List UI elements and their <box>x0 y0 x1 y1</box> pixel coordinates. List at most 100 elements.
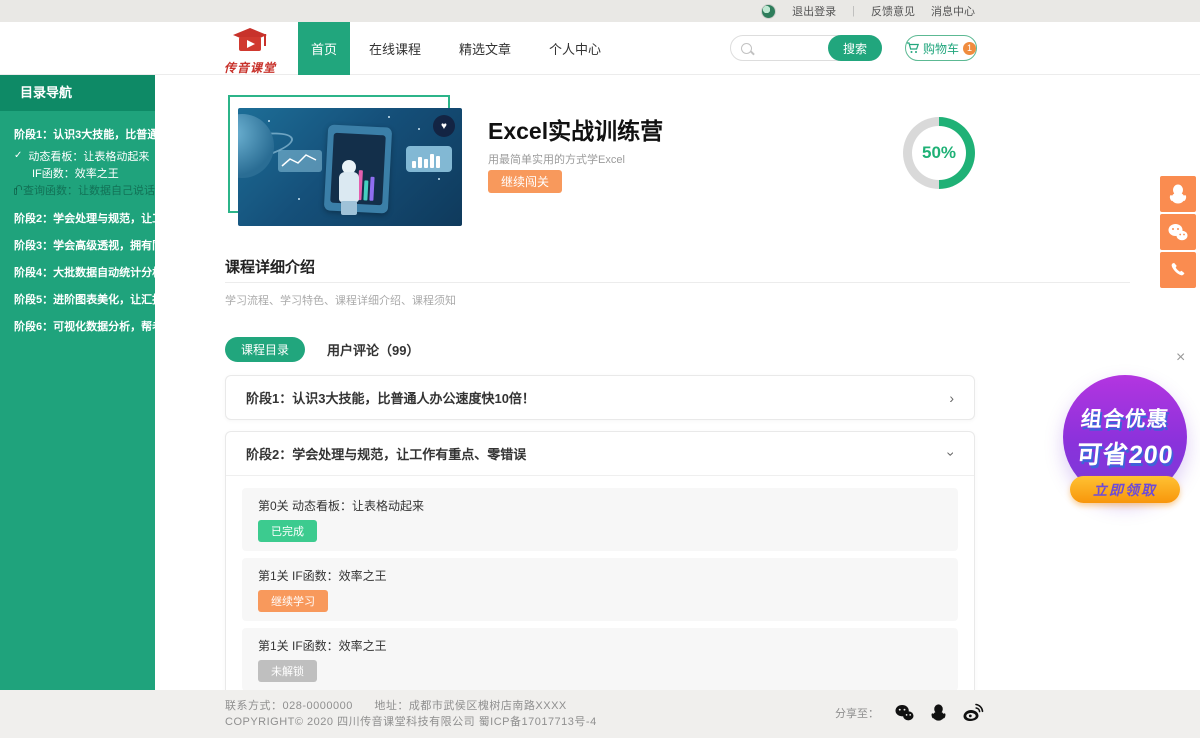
wechat-contact-button[interactable] <box>1160 214 1196 250</box>
favorite-button[interactable]: ♥ <box>433 115 455 137</box>
sidebar-lesson-label: 动态看板：让表格动起来 <box>28 148 149 164</box>
footer-contact: 联系方式：028-0000000 <box>225 700 353 712</box>
status-badge: 已完成 <box>258 520 317 542</box>
sidebar-lesson-label: IF函数：效率之王 <box>32 165 119 181</box>
sidebar-lesson-locked[interactable]: 查询函数：让数据自己说话 <box>0 181 155 198</box>
footer: 联系方式：028-0000000 地址：成都市武侯区槐树店南路XXXX COPY… <box>0 690 1200 738</box>
detail-heading: 课程详细介绍 <box>225 256 315 277</box>
progress-label: 50% <box>922 143 956 163</box>
promo-close-icon[interactable]: × <box>1176 349 1185 367</box>
search-button[interactable]: 搜索 <box>828 35 882 61</box>
lesson-item-completed[interactable]: 第0关 动态看板：让表格动起来 已完成 <box>242 488 958 551</box>
continue-course-button[interactable]: 继续闯关 <box>488 170 562 193</box>
sidebar-title: 目录导航 <box>0 75 155 111</box>
lesson-title: 第0关 动态看板：让表格动起来 <box>258 497 942 514</box>
tab-user-comments[interactable]: 用户评论（99） <box>327 340 419 359</box>
chevron-down-icon: › <box>945 451 959 456</box>
cart-icon <box>906 42 919 54</box>
sidebar-stage-5[interactable]: 阶段5：进阶图表美化，让汇报一... › <box>0 285 155 312</box>
main-nav: 传音课堂 CHUANYINKETANG 首页 在线课程 精选文章 个人中心 搜索… <box>0 22 1200 75</box>
search-icon <box>741 43 752 54</box>
lesson-title: 第1关 IF函数：效率之王 <box>258 637 942 654</box>
search-bar: 搜索 <box>730 35 882 61</box>
qq-icon <box>930 703 947 722</box>
sidebar-lesson-label: 查询函数：让数据自己说话 <box>23 182 155 198</box>
nav-item-courses[interactable]: 在线课程 <box>350 22 440 75</box>
lesson-item-locked[interactable]: 第1关 IF函数：效率之王 未解锁 <box>242 628 958 691</box>
lock-icon <box>14 188 17 195</box>
wechat-icon <box>894 704 915 722</box>
planet-graphic <box>238 114 274 178</box>
astronaut-body-graphic <box>339 172 359 202</box>
footer-copyright: COPYRIGHT© 2020 四川传音课堂科技有限公司 蜀ICP备170177… <box>225 713 597 729</box>
topbar-divider: | <box>852 5 855 17</box>
cart-button[interactable]: 购物车 1 <box>905 35 977 61</box>
progress-ring: 50% <box>903 117 975 189</box>
lesson-title: 第1关 IF函数：效率之王 <box>258 567 942 584</box>
sidebar-stage-3[interactable]: 阶段3：学会高级透视，拥有同时... › <box>0 231 155 258</box>
footer-contact-line: 联系方式：028-0000000 地址：成都市武侯区槐树店南路XXXX <box>225 697 585 713</box>
promo-line-2: 可省200 <box>1075 435 1176 471</box>
course-title: Excel实战训练营 <box>488 112 663 146</box>
promo-claim-button[interactable]: 立即领取 <box>1070 476 1180 503</box>
share-wechat-button[interactable] <box>894 704 915 722</box>
stage-1-header[interactable]: 阶段1：认识3大技能，比普通人办公速度快10倍！ › <box>226 376 974 419</box>
cart-count-badge: 1 <box>963 42 976 55</box>
share-qq-button[interactable] <box>930 703 947 722</box>
logo[interactable]: 传音课堂 CHUANYINKETANG <box>215 28 285 82</box>
heart-icon: ♥ <box>441 121 447 132</box>
contact-floaters <box>1160 176 1196 288</box>
course-cover-illustration: ♥ <box>238 108 462 226</box>
section-divider <box>225 282 1130 283</box>
check-icon: ✓ <box>14 150 22 161</box>
sidebar-lesson-current[interactable]: IF函数：效率之王 <box>0 164 155 181</box>
user-avatar[interactable] <box>761 4 776 19</box>
status-badge: 继续学习 <box>258 590 328 612</box>
stage-2-panel: 阶段2：学会处理与规范，让工作有重点、零错误 › 第0关 动态看板：让表格动起来… <box>225 431 975 704</box>
promo-line-1: 组合优惠 <box>1079 403 1170 433</box>
chart-panel-graphic <box>278 150 322 172</box>
share-label: 分享至： <box>835 705 879 721</box>
logo-icon <box>231 28 269 54</box>
share-weibo-button[interactable] <box>962 703 984 722</box>
qq-contact-button[interactable] <box>1160 176 1196 212</box>
nav-item-profile[interactable]: 个人中心 <box>530 22 620 75</box>
sidebar-stage-4[interactable]: 阶段4：大批数据自动统计分析，... › <box>0 258 155 285</box>
tab-course-catalog[interactable]: 课程目录 <box>225 337 305 362</box>
wechat-icon <box>1167 223 1189 242</box>
cart-label: 购物车 <box>923 40 959 57</box>
astronaut-legs-graphic <box>341 201 357 215</box>
sidebar-lesson-done[interactable]: ✓ 动态看板：让表格动起来 <box>0 147 155 164</box>
course-subtitle: 用最简单实用的方式学Excel <box>488 151 625 167</box>
sidebar-stage-1[interactable]: 阶段1：认识3大技能，比普通人... › <box>0 120 155 147</box>
status-badge: 未解锁 <box>258 660 317 682</box>
stage-1-panel: 阶段1：认识3大技能，比普通人办公速度快10倍！ › <box>225 375 975 420</box>
bar-panel-graphic <box>406 146 452 172</box>
stage-2-header[interactable]: 阶段2：学会处理与规范，让工作有重点、零错误 › <box>226 432 974 475</box>
messages-link[interactable]: 消息中心 <box>931 3 975 19</box>
sidebar-stage-6[interactable]: 阶段6：可视化数据分析，帮老板... › <box>0 312 155 339</box>
page-root: 退出登录 | 反馈意见 消息中心 传音课堂 CHUANYINKETANG 首页 … <box>0 0 1200 747</box>
course-cover: ♥ <box>238 108 462 226</box>
catalog-sidebar: 目录导航 阶段1：认识3大技能，比普通人... › ✓ 动态看板：让表格动起来 … <box>0 75 155 690</box>
stage-2-title: 阶段2：学会处理与规范，让工作有重点、零错误 <box>246 444 526 463</box>
nav-menu: 首页 在线课程 精选文章 个人中心 <box>298 22 620 75</box>
content-tabs: 课程目录 用户评论（99） <box>225 337 419 362</box>
sidebar-stage-1-label: 阶段1：认识3大技能，比普通人... <box>14 126 178 142</box>
top-bar: 退出登录 | 反馈意见 消息中心 <box>0 0 1200 22</box>
stage-1-title: 阶段1：认识3大技能，比普通人办公速度快10倍！ <box>246 388 535 407</box>
lesson-item-continue[interactable]: 第1关 IF函数：效率之王 继续学习 <box>242 558 958 621</box>
phone-contact-button[interactable] <box>1160 252 1196 288</box>
qq-icon <box>1168 183 1188 205</box>
sidebar-stage-2[interactable]: 阶段2：学会处理与规范，让工作... › <box>0 204 155 231</box>
nav-item-home[interactable]: 首页 <box>298 22 350 75</box>
detail-description: 学习流程、学习特色、课程详细介绍、课程须知 <box>225 292 456 308</box>
lesson-list: 第0关 动态看板：让表格动起来 已完成 第1关 IF函数：效率之王 继续学习 第… <box>226 476 974 691</box>
search-input[interactable] <box>752 38 829 58</box>
chevron-right-icon: › <box>949 390 954 406</box>
nav-item-articles[interactable]: 精选文章 <box>440 22 530 75</box>
phone-icon <box>1169 261 1187 279</box>
feedback-link[interactable]: 反馈意见 <box>871 3 915 19</box>
main-content: ♥ Excel实战训练营 用最简单实用的方式学Excel 继续闯关 50% 课程… <box>155 75 1200 690</box>
logout-link[interactable]: 退出登录 <box>792 3 836 19</box>
